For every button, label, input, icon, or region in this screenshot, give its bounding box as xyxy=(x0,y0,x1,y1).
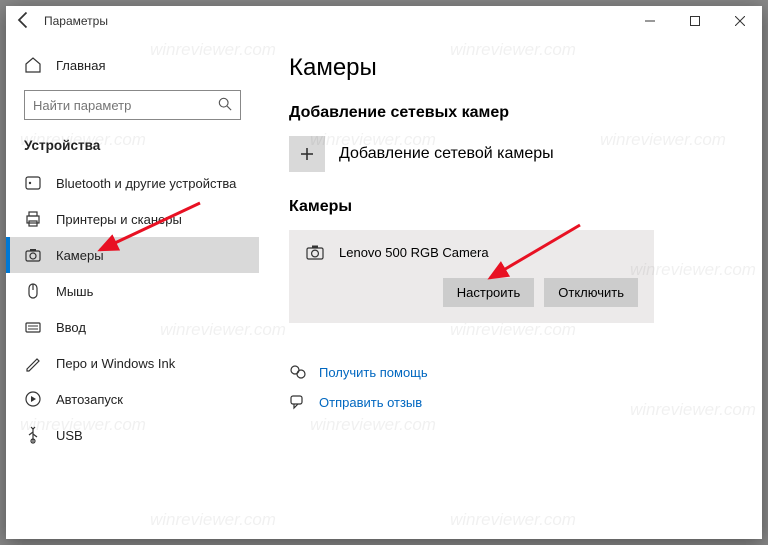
sidebar-item-mouse[interactable]: Мышь xyxy=(6,273,259,309)
section-add-title: Добавление сетевых камер xyxy=(289,104,732,122)
sidebar-item-bluetooth[interactable]: Bluetooth и другие устройства xyxy=(6,165,259,201)
sidebar-item-usb[interactable]: USB xyxy=(6,417,259,453)
section-cameras-title: Камеры xyxy=(289,198,732,216)
home-icon xyxy=(24,56,42,74)
window-title: Параметры xyxy=(44,14,108,28)
plus-icon xyxy=(289,136,325,172)
usb-icon xyxy=(24,426,42,444)
keyboard-icon xyxy=(24,318,42,336)
sidebar-item-label: Автозапуск xyxy=(56,392,123,407)
printer-icon xyxy=(24,210,42,228)
add-network-camera-row[interactable]: Добавление сетевой камеры xyxy=(289,136,732,172)
camera-name: Lenovo 500 RGB Camera xyxy=(339,245,489,260)
configure-button[interactable]: Настроить xyxy=(443,278,535,307)
sidebar-home[interactable]: Главная xyxy=(6,48,259,82)
sidebar-category: Устройства xyxy=(6,134,259,165)
close-button[interactable] xyxy=(717,6,762,36)
sidebar-item-printers[interactable]: Принтеры и сканеры xyxy=(6,201,259,237)
settings-window: Параметры Главная xyxy=(6,6,762,539)
back-button[interactable] xyxy=(14,10,34,33)
page-title: Камеры xyxy=(289,54,732,82)
maximize-button[interactable] xyxy=(672,6,717,36)
camera-card[interactable]: Lenovo 500 RGB Camera Настроить Отключит… xyxy=(289,230,654,323)
mouse-icon xyxy=(24,282,42,300)
camera-icon xyxy=(305,242,325,262)
sidebar-home-label: Главная xyxy=(56,58,105,73)
sidebar-item-typing[interactable]: Ввод xyxy=(6,309,259,345)
sidebar-item-label: USB xyxy=(56,428,83,443)
camera-icon xyxy=(24,246,42,264)
titlebar: Параметры xyxy=(6,6,762,36)
sidebar-item-label: Мышь xyxy=(56,284,93,299)
search-box[interactable] xyxy=(24,90,241,120)
sidebar-item-cameras[interactable]: Камеры xyxy=(6,237,259,273)
sidebar-item-label: Ввод xyxy=(56,320,86,335)
help-link[interactable]: Получить помощь xyxy=(319,365,428,380)
pen-icon xyxy=(24,354,42,372)
content-pane: Камеры Добавление сетевых камер Добавлен… xyxy=(259,36,762,539)
feedback-link-row[interactable]: Отправить отзыв xyxy=(289,393,732,411)
help-link-row[interactable]: Получить помощь xyxy=(289,363,732,381)
sidebar: Главная Устройства Bluetooth и другие ус… xyxy=(6,36,259,539)
feedback-icon xyxy=(289,393,307,411)
disable-button[interactable]: Отключить xyxy=(544,278,638,307)
sidebar-item-pen[interactable]: Перо и Windows Ink xyxy=(6,345,259,381)
help-icon xyxy=(289,363,307,381)
bluetooth-icon xyxy=(24,174,42,192)
autoplay-icon xyxy=(24,390,42,408)
minimize-button[interactable] xyxy=(627,6,672,36)
search-input[interactable] xyxy=(33,98,218,113)
sidebar-item-label: Принтеры и сканеры xyxy=(56,212,182,227)
sidebar-item-label: Камеры xyxy=(56,248,104,263)
sidebar-item-label: Перо и Windows Ink xyxy=(56,356,175,371)
sidebar-item-label: Bluetooth и другие устройства xyxy=(56,176,236,191)
search-icon xyxy=(218,97,232,114)
feedback-link[interactable]: Отправить отзыв xyxy=(319,395,422,410)
sidebar-item-autoplay[interactable]: Автозапуск xyxy=(6,381,259,417)
add-network-camera-label: Добавление сетевой камеры xyxy=(339,145,554,163)
